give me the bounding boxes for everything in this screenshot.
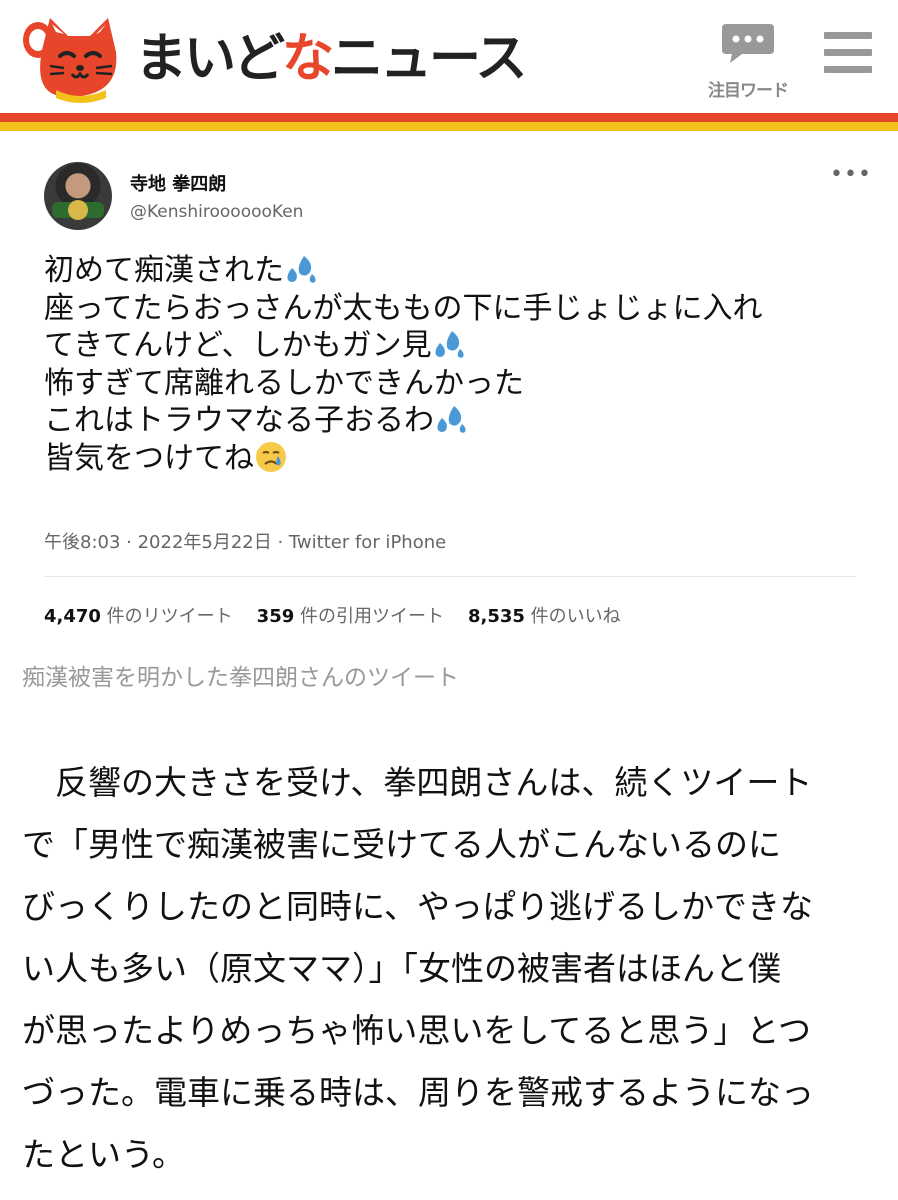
article-line: びっくりしたのと同時に、やっぱり逃げるしかできな xyxy=(22,887,814,926)
logo-text-part1: まいど xyxy=(135,28,285,89)
header-stripe-red xyxy=(0,113,898,122)
retweets-label: 件のリツイート xyxy=(106,606,233,627)
article-line: づった。電車に乗る時は、周りを警戒するようになっ xyxy=(22,1073,814,1112)
avatar-buckle xyxy=(68,200,88,220)
maneki-neko-logo-icon[interactable] xyxy=(20,10,124,108)
retweets-stat[interactable]: 4,470 件のリツイート xyxy=(44,606,233,627)
article-line: で「男性で痴漢被害に受けてる人がこんないるのに xyxy=(22,825,781,864)
article-body: 反響の大きさを受け、拳四朗さんは、続くツイート で「男性で痴漢被害に受けてる人が… xyxy=(22,752,872,1186)
sweat-droplets-emoji-icon xyxy=(435,331,464,358)
tweet-author-handle[interactable]: @KenshirooooooKen xyxy=(130,202,303,222)
article-line: たという。 xyxy=(22,1135,186,1174)
likes-label: 件のいいね xyxy=(530,606,621,627)
tweet-line: 初めて痴漢された xyxy=(44,252,864,290)
tweet-author-name[interactable]: 寺地 拳四朗 xyxy=(130,170,226,196)
tweet-line: これはトラウマなる子おるわ xyxy=(44,402,864,440)
sweat-droplets-emoji-icon xyxy=(287,256,316,283)
tweet-line-text: てきてんけど、しかもガン見 xyxy=(44,328,432,363)
embedded-tweet: 寺地 拳四朗 @KenshirooooooKen ••• 初めて痴漢された 座っ… xyxy=(22,140,878,650)
site-header: まいどなニュース 注目ワード xyxy=(0,0,898,131)
image-caption: 痴漢被害を明かした拳四朗さんのツイート xyxy=(22,665,459,691)
tweet-text: 初めて痴漢された 座ってたらおっさんが太ももの下に手じょじょに入れ てきてんけど… xyxy=(44,252,864,477)
quotes-stat[interactable]: 359 件の引用ツイート xyxy=(257,606,444,627)
site-logo-text[interactable]: まいどなニュース xyxy=(135,18,527,89)
tweet-divider xyxy=(44,576,856,577)
more-options-icon[interactable]: ••• xyxy=(830,164,872,186)
quotes-count: 359 xyxy=(256,606,295,627)
article-line: 反響の大きさを受け、拳四朗さんは、続くツイート xyxy=(22,763,813,802)
article-line: が思ったよりめっちゃ怖い思いをしてると思う」とつ xyxy=(22,1011,812,1050)
trend-words-label: 注目ワード xyxy=(708,81,789,101)
tweet-timestamp[interactable]: 午後8:03 · 2022年5月22日 · Twitter for iPhone xyxy=(44,528,446,554)
hamburger-menu-icon[interactable] xyxy=(820,30,876,76)
chat-bubble-icon xyxy=(722,24,774,63)
sweat-droplets-emoji-icon xyxy=(437,406,466,433)
tweet-line-text: 皆気をつけてね xyxy=(44,440,254,476)
avatar[interactable] xyxy=(44,162,112,230)
likes-stat[interactable]: 8,535 件のいいね xyxy=(468,606,621,627)
logo-text-part2: ニュース xyxy=(331,28,527,89)
tweet-line: 座ってたらおっさんが太ももの下に手じょじょに入れ xyxy=(44,290,763,326)
quotes-label: 件の引用ツイート xyxy=(299,606,444,627)
tweet-line-text: これはトラウマなる子おるわ xyxy=(44,403,434,438)
likes-count: 8,535 xyxy=(467,606,525,627)
tweet-line: 皆気をつけてね xyxy=(44,440,864,478)
tweet-line: てきてんけど、しかもガン見 xyxy=(44,327,864,365)
trend-words-button[interactable]: 注目ワード xyxy=(700,16,796,101)
article-line: い人も多い（原文ママ）」「女性の被害者はほんと僕 xyxy=(22,949,781,988)
tweet-line: 怖すぎて席離れるしかできんかった xyxy=(44,365,524,401)
crying-face-emoji-icon xyxy=(256,441,286,472)
retweets-count: 4,470 xyxy=(44,606,101,627)
header-stripe-yellow xyxy=(0,122,898,131)
logo-text-accent: な xyxy=(282,28,334,89)
tweet-stats: 4,470 件のリツイート 359 件の引用ツイート 8,535 件のいいね xyxy=(44,602,621,628)
tweet-line-text: 初めて痴漢された xyxy=(44,253,284,288)
